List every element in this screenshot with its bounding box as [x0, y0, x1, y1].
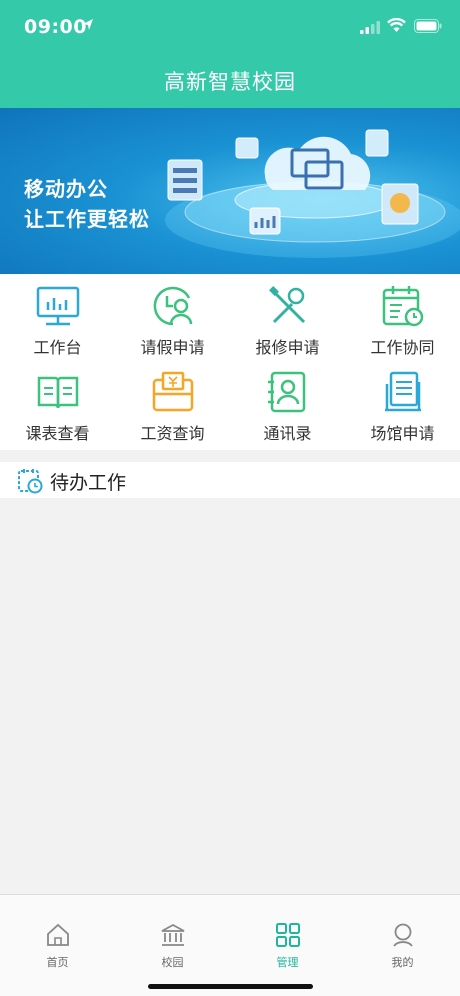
contacts-icon [268, 371, 306, 413]
bottom-tab-bar: 首页 校园 管理 我的 [0, 894, 460, 996]
menu-item-label: 报修申请 [255, 338, 320, 357]
promo-banner[interactable]: 移动办公 让工作更轻松 [0, 108, 460, 274]
header: 09:00 高新智慧校园 [0, 0, 460, 108]
grid-manage-icon [276, 923, 300, 947]
repair-tools-icon [269, 286, 306, 324]
menu-item-salary[interactable]: 工资查询 [115, 360, 230, 443]
menu-item-leave-request[interactable]: 请假申请 [115, 274, 230, 357]
menu-item-work-collab[interactable]: 工作协同 [345, 274, 460, 357]
banner-line-2: 让工作更轻松 [24, 207, 150, 231]
cellular-signal-icon [360, 21, 380, 34]
salary-envelope-icon [152, 371, 194, 412]
tab-manage[interactable]: 管理 [230, 895, 345, 975]
home-indicator [148, 984, 313, 989]
banner-line-1: 移动办公 [24, 177, 108, 201]
section-title: 待办工作 [50, 472, 127, 494]
battery-icon [414, 19, 442, 33]
pending-clock-icon [18, 469, 43, 494]
tab-label: 我的 [391, 956, 414, 969]
calendar-collab-icon [382, 286, 424, 327]
location-arrow-icon [83, 19, 93, 30]
menu-item-contacts[interactable]: 通讯录 [230, 360, 345, 443]
tab-label: 管理 [276, 956, 299, 969]
menu-item-label: 工作协同 [370, 338, 435, 357]
status-time: 09:00 [24, 16, 87, 38]
cloud-office-illustration [165, 129, 460, 258]
menu-item-venue-request[interactable]: 场馆申请 [345, 360, 460, 443]
tab-campus[interactable]: 校园 [115, 895, 230, 975]
menu-item-label: 工作台 [33, 338, 82, 357]
menu-item-timetable[interactable]: 课表查看 [0, 360, 115, 443]
menu-item-repair-request[interactable]: 报修申请 [230, 274, 345, 357]
venue-document-icon [385, 371, 421, 412]
menu-item-label: 请假申请 [140, 338, 205, 357]
home-icon [47, 923, 69, 946]
feature-grid: 工作台 请假申请 报修申请 工作协同 课表查看 工资查询 通讯录 场馆申请 [0, 274, 460, 450]
dashboard-monitor-icon [36, 286, 80, 326]
tab-label: 首页 [46, 956, 69, 969]
campus-building-icon [161, 923, 185, 946]
menu-item-label: 场馆申请 [370, 424, 435, 443]
status-bar: 09:00 [0, 0, 460, 56]
menu-item-label: 课表查看 [25, 424, 90, 443]
leave-request-icon [153, 286, 193, 326]
menu-item-workbench[interactable]: 工作台 [0, 274, 115, 357]
page-title: 高新智慧校园 [164, 70, 296, 94]
menu-item-label: 通讯录 [263, 424, 312, 443]
banner-text: 移动办公 让工作更轻松 [24, 174, 150, 234]
user-icon [393, 923, 413, 947]
tab-label: 校园 [161, 956, 184, 969]
menu-item-label: 工资查询 [140, 424, 205, 443]
tab-home[interactable]: 首页 [0, 895, 115, 975]
tab-profile[interactable]: 我的 [345, 895, 460, 975]
pending-work-header: 待办工作 [0, 462, 460, 498]
open-book-icon [37, 376, 79, 409]
wifi-icon [387, 18, 406, 32]
